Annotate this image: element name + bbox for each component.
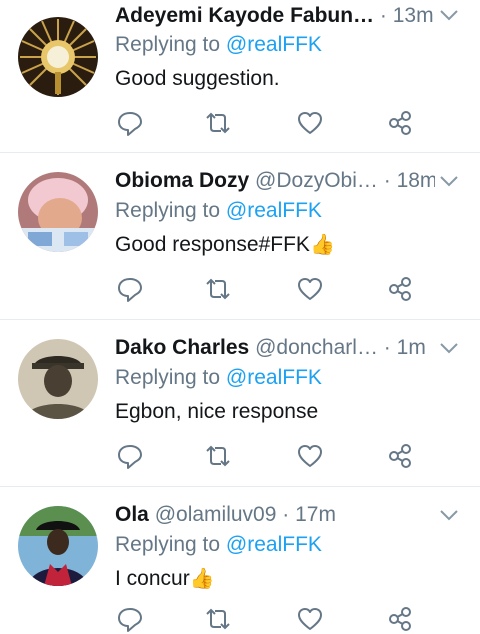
reply-button[interactable] — [115, 274, 145, 304]
reply-icon — [118, 608, 142, 632]
share-button[interactable] — [385, 108, 415, 138]
replying-to: Replying to @realFFK — [115, 195, 322, 227]
tweet-actions — [115, 441, 425, 471]
replying-to-label: Replying to — [115, 533, 226, 556]
share-icon — [389, 277, 411, 301]
like-button[interactable] — [295, 108, 325, 138]
display-name[interactable]: Adeyemi Kayode Fabun… — [115, 4, 374, 27]
retweet-button[interactable] — [203, 441, 233, 471]
share-button[interactable] — [385, 441, 415, 471]
avatar[interactable] — [18, 339, 98, 419]
reply-icon — [118, 445, 142, 469]
tweet-header: Adeyemi Kayode Fabun… · 13m — [115, 0, 435, 32]
reply-mention-link[interactable]: @realFFK — [226, 366, 322, 389]
tweet-actions — [115, 274, 425, 304]
reply-mention-link[interactable]: @realFFK — [226, 533, 322, 556]
display-name[interactable]: Dako Charles — [115, 336, 249, 359]
display-name[interactable]: Obioma Dozy — [115, 169, 249, 192]
tweet-header: Dako Charles @doncharl… · 1m — [115, 332, 435, 364]
chevron-down-icon[interactable] — [438, 170, 460, 192]
reply-button[interactable] — [115, 441, 145, 471]
tweet[interactable]: Adeyemi Kayode Fabun… · 13m Replying to … — [0, 0, 480, 153]
avatar-image — [18, 172, 98, 252]
tweet-text-content: Good suggestion. — [115, 67, 280, 90]
replying-to: Replying to @realFFK — [115, 529, 322, 561]
reply-mention-link[interactable]: @realFFK — [226, 199, 322, 222]
avatar[interactable] — [18, 17, 98, 97]
replying-to: Replying to @realFFK — [115, 29, 322, 61]
tweet-text-content: Egbon, nice response — [115, 400, 319, 423]
tweet-text: Good suggestion. — [115, 63, 280, 95]
tweet-text: Egbon, nice response — [115, 396, 318, 428]
reply-icon — [118, 278, 142, 302]
share-icon — [389, 111, 411, 135]
timestamp[interactable]: 1m — [397, 336, 426, 359]
username[interactable]: @olamiluv09 — [155, 503, 277, 526]
chevron-down-icon[interactable] — [438, 337, 460, 359]
reply-mention-link[interactable]: @realFFK — [226, 33, 322, 56]
tweet-text: Good response#FFK👍 — [115, 229, 335, 261]
emoji: 👍 — [309, 234, 335, 256]
like-icon — [298, 608, 322, 630]
avatar-image — [18, 17, 98, 97]
share-button[interactable] — [385, 274, 415, 304]
avatar[interactable] — [18, 506, 98, 586]
avatar[interactable] — [18, 172, 98, 252]
emoji: 👍 — [189, 568, 215, 590]
timestamp[interactable]: 18m — [397, 169, 435, 192]
username[interactable]: @doncharl… — [255, 336, 378, 359]
reply-button[interactable] — [115, 604, 145, 634]
like-button[interactable] — [295, 604, 325, 634]
timestamp[interactable]: 17m — [295, 503, 336, 526]
like-button[interactable] — [295, 274, 325, 304]
separator: · — [379, 4, 387, 27]
retweet-button[interactable] — [203, 108, 233, 138]
display-name[interactable]: Ola — [115, 503, 149, 526]
tweet-actions — [115, 108, 425, 138]
chevron-down-icon[interactable] — [438, 4, 460, 26]
tweet-header: Ola @olamiluv09 · 17m — [115, 499, 435, 531]
avatar-image — [18, 506, 98, 586]
replying-to-label: Replying to — [115, 199, 226, 222]
avatar-image — [18, 339, 98, 419]
share-button[interactable] — [385, 604, 415, 634]
tweet-actions — [115, 604, 425, 634]
chevron-down-icon[interactable] — [438, 504, 460, 526]
replying-to-label: Replying to — [115, 33, 226, 56]
separator: · — [282, 503, 290, 526]
tweet-header: Obioma Dozy @DozyObi… · 18m — [115, 165, 435, 197]
username[interactable]: @DozyObi… — [255, 169, 378, 192]
tweet-text-content: I concur — [115, 567, 190, 590]
share-icon — [389, 607, 411, 631]
replying-to-label: Replying to — [115, 366, 226, 389]
retweet-button[interactable] — [203, 604, 233, 634]
share-icon — [389, 444, 411, 468]
reply-icon — [118, 112, 142, 136]
retweet-button[interactable] — [203, 274, 233, 304]
like-button[interactable] — [295, 441, 325, 471]
tweet[interactable]: Obioma Dozy @DozyObi… · 18m Replying to … — [0, 153, 480, 320]
reply-button[interactable] — [115, 108, 145, 138]
separator: · — [383, 169, 391, 192]
timestamp[interactable]: 13m — [393, 4, 434, 27]
tweet[interactable]: Ola @olamiluv09 · 17m Replying to @realF… — [0, 487, 480, 632]
like-icon — [298, 445, 322, 467]
tweet[interactable]: Dako Charles @doncharl… · 1m Replying to… — [0, 320, 480, 487]
separator: · — [383, 336, 391, 359]
retweet-icon — [206, 278, 230, 300]
like-icon — [298, 112, 322, 134]
tweet-text: I concur👍 — [115, 563, 215, 595]
tweet-text-content: Good response#FFK — [115, 233, 310, 256]
like-icon — [298, 278, 322, 300]
retweet-icon — [206, 112, 230, 134]
retweet-icon — [206, 608, 230, 630]
retweet-icon — [206, 445, 230, 467]
replying-to: Replying to @realFFK — [115, 362, 322, 394]
